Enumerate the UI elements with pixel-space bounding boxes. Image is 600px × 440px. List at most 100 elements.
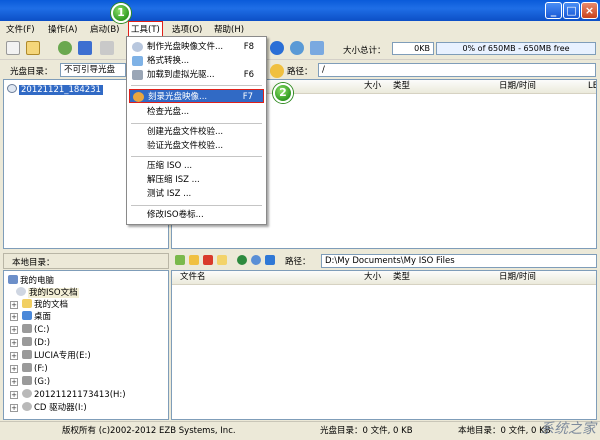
tree-drive-c[interactable]: (C:) (22, 324, 49, 336)
col-type[interactable]: 类型 (393, 80, 410, 93)
save-as-icon[interactable] (100, 41, 114, 55)
menu-item-label: 加载到虚拟光驱... (147, 70, 215, 80)
menu-item-convert[interactable]: 格式转换... (129, 54, 264, 68)
disc-refresh-icon[interactable] (270, 64, 284, 78)
local-file-list[interactable]: 文件名 大小 类型 日期/时间 (171, 270, 597, 420)
new-folder-icon[interactable] (189, 255, 199, 265)
col-datetime[interactable]: 日期/时间 (499, 271, 536, 284)
drive-icon (22, 324, 32, 333)
delete-icon[interactable] (203, 255, 213, 265)
folder-icon[interactable] (217, 255, 227, 265)
save-icon[interactable] (78, 41, 92, 55)
menu-file[interactable]: 文件(F) (6, 23, 35, 35)
help-icon[interactable] (290, 41, 304, 55)
boot-type-select[interactable]: 不可引导光盘 (60, 63, 126, 77)
expand-toggle[interactable]: + (10, 378, 18, 386)
col-datetime[interactable]: 日期/时间 (499, 80, 536, 93)
expand-toggle[interactable]: + (10, 301, 18, 309)
menu-item-decompress-isz[interactable]: 解压缩 ISZ ... (129, 173, 264, 187)
local-toolbar: 路径： D:\My Documents\My ISO Files (171, 253, 597, 269)
col-size[interactable]: 大小 (364, 80, 381, 93)
toolbar: 大小总计： 0KB 0% of 650MB - 650MB free (0, 36, 600, 60)
menu-item-label: 验证光盘文件校验... (147, 141, 224, 151)
convert-icon (132, 56, 143, 66)
tree-desktop[interactable]: 桌面 (22, 311, 51, 323)
tree-drive-i[interactable]: CD 驱动器(I:) (22, 402, 87, 414)
tree-drive-h[interactable]: 20121121173413(H:) (22, 389, 126, 401)
tree-drive-f[interactable]: (F:) (22, 363, 48, 375)
tree-drive-g[interactable]: (G:) (22, 376, 50, 388)
menu-item-make-image[interactable]: 制作光盘映像文件... F8 (129, 40, 264, 54)
settings-icon[interactable] (251, 255, 261, 265)
menu-help[interactable]: 帮助(H) (214, 23, 244, 35)
menu-item-edit-volume-label[interactable]: 修改ISO卷标... (129, 208, 264, 222)
options-icon[interactable] (310, 41, 324, 55)
maximize-button[interactable]: □ (563, 2, 580, 19)
menu-item-mount-virtual[interactable]: 加载到虚拟光驱... F6 (129, 68, 264, 82)
step-badge-1: 1 (111, 3, 131, 23)
open-icon[interactable] (26, 41, 40, 55)
tree-label: 我的电脑 (20, 276, 55, 286)
local-path-label: 路径： (285, 257, 311, 267)
menu-options[interactable]: 选项(O) (172, 23, 202, 35)
drive-icon (22, 350, 32, 359)
tree-label: 桌面 (34, 312, 52, 322)
tree-label: CD 驱动器(I:) (34, 403, 87, 413)
menu-tools[interactable]: 工具(T) (128, 21, 163, 37)
menu-item-verify-checksum[interactable]: 验证光盘文件校验... (129, 139, 264, 153)
help-local-icon[interactable] (265, 255, 275, 265)
tree-my-iso-docs[interactable]: 我的ISO文档 (16, 287, 79, 299)
tools-menu: 制作光盘映像文件... F8 格式转换... 加载到虚拟光驱... F6 刻录光… (126, 36, 267, 225)
menu-separator (131, 123, 262, 124)
minimize-button[interactable]: _ (545, 2, 562, 19)
burn-icon (133, 92, 144, 102)
tree-drive-d[interactable]: (D:) (22, 337, 50, 349)
menu-boot[interactable]: 启动(B) (90, 23, 119, 35)
disc-root-item[interactable]: 20121121_184231 (7, 84, 103, 96)
col-size[interactable]: 大小 (364, 271, 381, 284)
step-badge-2: 2 (273, 83, 293, 103)
tree-my-computer[interactable]: 我的电脑 (8, 275, 54, 287)
disc-path-field[interactable]: / (318, 63, 596, 77)
copyright-text: 版权所有 (c)2002-2012 EZB Systems, Inc. (62, 426, 236, 436)
tree-label: 我的文档 (34, 300, 69, 310)
capacity-bar[interactable]: 0% of 650MB - 650MB free (436, 42, 596, 55)
expand-toggle[interactable]: + (10, 365, 18, 373)
menu-item-burn-image[interactable]: 刻录光盘映像... F7 (129, 89, 264, 103)
info-icon[interactable] (270, 41, 284, 55)
expand-toggle[interactable]: + (10, 313, 18, 321)
local-path-field[interactable]: D:\My Documents\My ISO Files (321, 254, 597, 268)
disc-dir-label: 光盘目录： (10, 67, 53, 77)
new-icon[interactable] (6, 41, 20, 55)
col-type[interactable]: 类型 (393, 271, 410, 284)
tree-drive-e[interactable]: LUCIA专用(E:) (22, 350, 91, 362)
watermark-logo: 系统之家 (540, 421, 596, 437)
expand-toggle[interactable]: + (10, 391, 18, 399)
tree-label: 20121121173413(H:) (34, 390, 126, 400)
local-dir-status: 本地目录：0 文件, 0 KB (458, 426, 551, 436)
expand-toggle[interactable]: + (10, 352, 18, 360)
extract-icon[interactable] (58, 41, 72, 55)
col-le[interactable]: LE (588, 80, 596, 93)
menu-item-label: 修改ISO卷标... (147, 210, 204, 220)
disc-image-icon (132, 42, 143, 52)
expand-toggle[interactable]: + (10, 326, 18, 334)
expand-toggle[interactable]: + (10, 404, 18, 412)
up-icon[interactable] (175, 255, 185, 265)
col-filename[interactable]: 文件名 (180, 271, 206, 284)
add-icon[interactable] (237, 255, 247, 265)
tree-my-documents[interactable]: 我的文档 (22, 299, 68, 311)
cd-icon (22, 389, 32, 398)
menu-item-compress-iso[interactable]: 压缩 ISO ... (129, 159, 264, 173)
expand-toggle[interactable]: + (10, 339, 18, 347)
drive-icon (22, 337, 32, 346)
menu-item-label: 压缩 ISO ... (147, 161, 193, 171)
menu-bar: 文件(F) 操作(A) 启动(B) 工具(T) 选项(O) 帮助(H) (0, 21, 600, 37)
disc-dir-status: 光盘目录：0 文件, 0 KB (320, 426, 413, 436)
menu-action[interactable]: 操作(A) (48, 23, 77, 35)
menu-item-check-disc[interactable]: 检查光盘... (129, 105, 264, 119)
disc-dir-bar: 光盘目录： 不可引导光盘 路径： / (0, 61, 600, 79)
close-button[interactable]: × (581, 2, 598, 19)
menu-item-create-checksum[interactable]: 创建光盘文件校验... (129, 125, 264, 139)
menu-item-test-isz[interactable]: 测试 ISZ ... (129, 187, 264, 201)
